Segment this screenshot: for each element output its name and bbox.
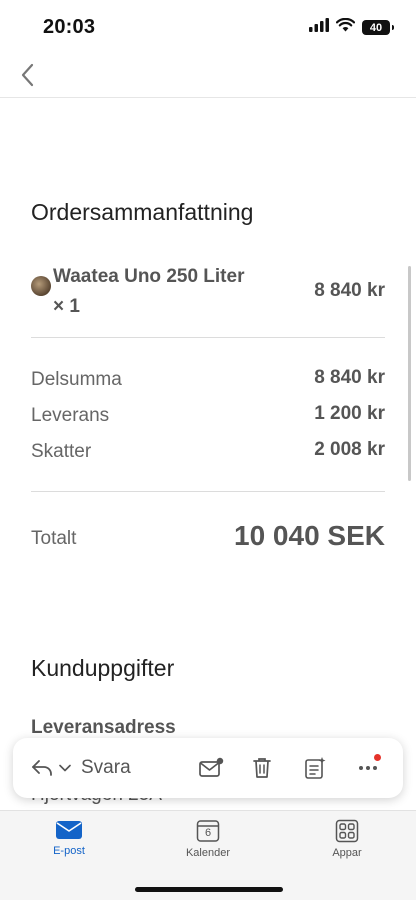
summarize-button[interactable] <box>301 753 329 783</box>
calendar-day: 6 <box>204 827 212 839</box>
tab-bar: E-post 6 Kalender Appar <box>0 810 416 900</box>
reply-label: Svara <box>81 757 131 778</box>
calendar-icon: 6 <box>196 819 220 843</box>
tax-label: Skatter <box>31 441 92 462</box>
delete-button[interactable] <box>248 753 276 783</box>
trash-icon <box>253 758 271 778</box>
more-options-button[interactable] <box>354 753 382 783</box>
status-bar: 20:03 40 <box>0 0 416 56</box>
home-indicator[interactable] <box>135 887 283 892</box>
tab-mail-label: E-post <box>53 845 85 857</box>
back-button[interactable] <box>14 58 42 92</box>
tax-value: 2 008 kr <box>314 439 385 460</box>
tab-mail[interactable]: E-post <box>24 819 114 869</box>
shipping-address-label: Leveransadress <box>31 717 176 738</box>
tab-apps-label: Appar <box>332 847 362 859</box>
order-summary-title: Ordersammanfattning <box>31 199 254 225</box>
summary-sparkle-icon <box>305 757 326 779</box>
tab-apps[interactable]: Appar <box>302 819 392 869</box>
shipping-value: 1 200 kr <box>314 403 385 424</box>
reply-toolbar: Svara <box>13 738 403 798</box>
mark-unread-button[interactable] <box>197 753 225 783</box>
total-value: 10 040 SEK <box>234 520 385 551</box>
reply-button[interactable]: Svara <box>31 753 131 783</box>
tax-row: Skatter 2 008 kr <box>31 439 385 467</box>
chevron-down-icon <box>59 764 71 772</box>
total-label: Totalt <box>31 528 77 549</box>
subtotal-label: Delsumma <box>31 369 122 390</box>
shipping-row: Leverans 1 200 kr <box>31 403 385 431</box>
more-icon <box>359 766 377 770</box>
scrollbar[interactable] <box>408 266 411 481</box>
reply-icon <box>32 760 52 776</box>
tab-calendar[interactable]: 6 Kalender <box>163 819 253 869</box>
product-thumbnail <box>31 276 51 296</box>
subtotal-value: 8 840 kr <box>314 367 385 388</box>
item-price: 8 840 kr <box>314 280 385 301</box>
apps-grid-icon <box>335 819 359 843</box>
battery-icon: 40 <box>362 20 394 35</box>
email-content[interactable]: Ordersammanfattning Waatea Uno 250 Liter… <box>0 98 416 810</box>
total-row: Totalt 10 040 SEK <box>31 518 385 558</box>
customer-details-title: Kunduppgifter <box>31 655 175 681</box>
divider <box>31 337 385 338</box>
cellular-signal-icon <box>309 18 329 37</box>
nav-bar <box>0 56 416 98</box>
status-time: 20:03 <box>43 16 96 38</box>
order-item: Waatea Uno 250 Liter × 1 8 840 kr <box>31 260 385 320</box>
wifi-icon <box>335 17 356 37</box>
mail-unread-icon <box>199 757 224 777</box>
subtotal-row: Delsumma 8 840 kr <box>31 367 385 395</box>
tab-calendar-label: Kalender <box>185 847 231 859</box>
notification-dot <box>374 754 381 761</box>
chevron-left-icon <box>21 63 34 87</box>
mail-icon <box>56 821 82 839</box>
status-icons: 40 <box>309 17 394 37</box>
shipping-label: Leverans <box>31 405 110 426</box>
divider <box>31 491 385 492</box>
item-name: Waatea Uno 250 Liter × 1 <box>53 266 245 317</box>
